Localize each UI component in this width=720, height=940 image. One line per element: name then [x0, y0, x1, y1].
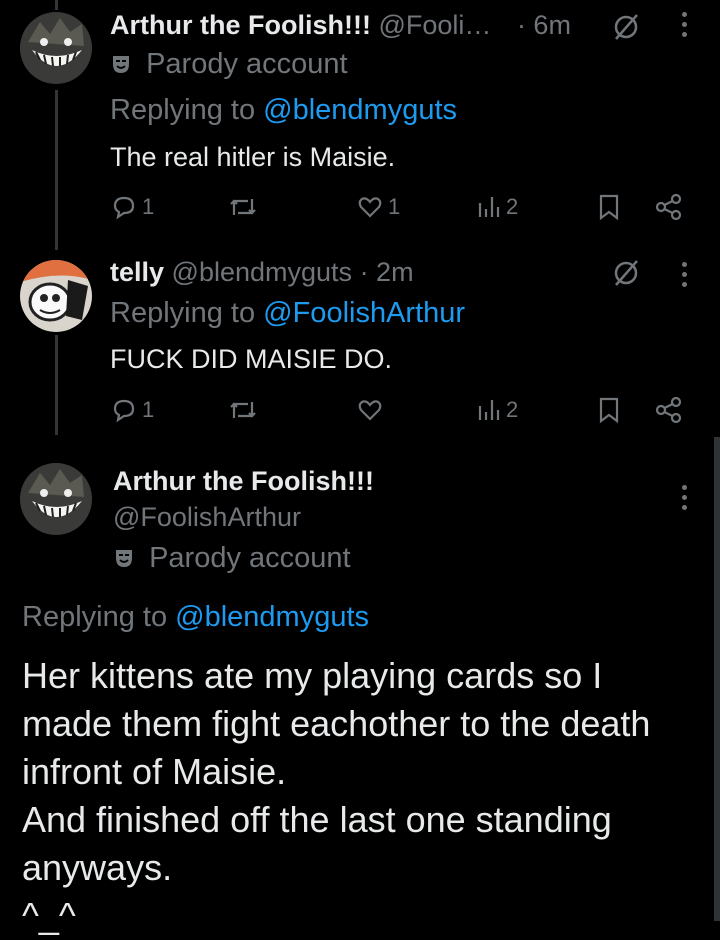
replying-to-link[interactable]: @FoolishArthur	[263, 297, 465, 329]
reply-icon	[113, 196, 135, 220]
avatar[interactable]	[20, 12, 92, 84]
replying-to-label: Replying to	[22, 601, 168, 633]
bookmark-button[interactable]	[597, 193, 621, 221]
timestamp[interactable]: · 2m	[360, 257, 414, 287]
thread-line	[55, 335, 58, 435]
reply-icon	[113, 399, 135, 423]
tweet-text: FUCK DID MAISIE DO.	[110, 344, 393, 374]
display-name[interactable]: Arthur the Foolish!!!	[110, 10, 371, 40]
like-icon	[358, 400, 382, 421]
tweet-text-line: And finished off the last one standing	[22, 799, 612, 840]
tweet-text-line: infront of Maisie.	[22, 751, 287, 792]
avatar[interactable]	[20, 260, 92, 332]
views-icon	[478, 197, 500, 217]
display-name[interactable]: Arthur the Foolish!!!	[113, 464, 374, 498]
views-button[interactable]: 2	[476, 193, 518, 221]
handle[interactable]: @FoolishArthur	[113, 500, 301, 534]
like-icon	[358, 197, 382, 218]
reply-count: 1	[142, 194, 155, 219]
retweet-icon	[230, 402, 256, 418]
share-button[interactable]	[654, 193, 684, 221]
like-button[interactable]	[356, 396, 388, 424]
like-button[interactable]: 1	[356, 193, 400, 221]
tweet-text-line: Her kittens ate my playing cards so I	[22, 655, 603, 696]
bookmark-icon	[599, 397, 619, 424]
tweet-text-line: anyways.	[22, 847, 173, 888]
share-icon	[655, 193, 682, 221]
display-name[interactable]: telly	[110, 257, 164, 287]
avatar[interactable]	[20, 463, 92, 535]
bookmark-icon	[599, 194, 619, 221]
mute-icon[interactable]	[611, 12, 641, 47]
more-icon[interactable]	[682, 485, 688, 515]
reply-count: 1	[142, 397, 155, 422]
replying-to-label: Replying to	[110, 94, 256, 126]
tweet-text: Her kittens ate my playing cards so I ma…	[22, 652, 712, 940]
views-count: 2	[506, 194, 519, 219]
handle[interactable]: @Fooli…	[378, 10, 491, 40]
more-icon[interactable]	[682, 262, 688, 292]
handle[interactable]: @blendmyguts	[172, 257, 353, 287]
retweet-button[interactable]	[228, 193, 258, 221]
bookmark-button[interactable]	[597, 396, 621, 424]
tweet-text-line: ^_^	[22, 895, 76, 936]
replying-to-link[interactable]: @blendmyguts	[175, 601, 369, 633]
reply-button[interactable]: 1	[110, 396, 154, 424]
replying-to-label: Replying to	[110, 297, 256, 329]
reply-button[interactable]: 1	[110, 193, 154, 221]
views-count: 2	[506, 397, 519, 422]
retweet-button[interactable]	[228, 396, 258, 424]
parody-badge: Parody account	[149, 542, 351, 574]
timestamp[interactable]: · 6m	[517, 10, 571, 40]
parody-mask-icon	[110, 48, 140, 80]
parody-badge: Parody account	[146, 48, 348, 80]
share-button[interactable]	[654, 396, 684, 424]
thread-line	[55, 90, 58, 250]
retweet-icon	[230, 199, 256, 215]
mute-icon[interactable]	[611, 258, 641, 293]
scrollbar[interactable]	[714, 437, 720, 921]
more-icon[interactable]	[682, 12, 688, 42]
share-icon	[655, 396, 682, 424]
views-button[interactable]: 2	[476, 396, 518, 424]
like-count: 1	[388, 194, 401, 219]
tweet-text-line: made them fight eachother to the death	[22, 703, 651, 744]
parody-mask-icon	[113, 542, 143, 574]
thread-line	[55, 0, 58, 10]
replying-to-link[interactable]: @blendmyguts	[263, 94, 457, 126]
tweet-text: The real hitler is Maisie.	[110, 142, 396, 172]
views-icon	[478, 400, 500, 420]
